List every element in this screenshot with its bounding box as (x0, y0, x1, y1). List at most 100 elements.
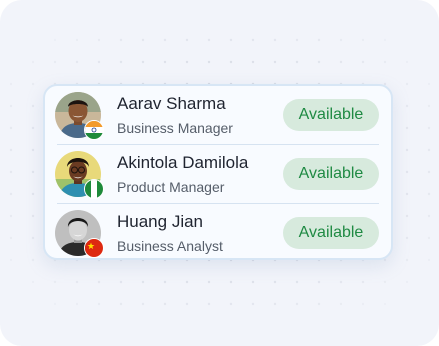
member-info: Huang Jian Business Analyst (117, 212, 223, 254)
background-dot (405, 258, 409, 262)
background-dot (251, 280, 255, 284)
background-dot (383, 258, 387, 262)
background-dot (75, 302, 79, 306)
background-dot (427, 214, 431, 218)
background-dot (339, 60, 343, 64)
background-dot (251, 302, 255, 306)
background-dot (31, 104, 35, 108)
background-dot (273, 60, 277, 64)
background-dot (163, 60, 167, 64)
background-dot (317, 60, 321, 64)
background-dot (9, 192, 13, 196)
background-dot (97, 302, 101, 306)
status-badge-available[interactable]: Available (283, 99, 379, 131)
background-dot (207, 60, 211, 64)
background-dot (163, 38, 167, 42)
background-dot (97, 60, 101, 64)
background-dot (427, 148, 431, 152)
background-dot (229, 302, 233, 306)
background-dot (31, 192, 35, 196)
background-dot (141, 60, 145, 64)
background-dot (427, 236, 431, 240)
background-dot (295, 280, 299, 284)
member-name: Akintola Damilola (117, 153, 249, 172)
background-dot (75, 280, 79, 284)
background-dot (9, 104, 13, 108)
background-dot (427, 82, 431, 86)
background-dot (9, 258, 13, 262)
background-dot (141, 280, 145, 284)
background-dot (383, 60, 387, 64)
background-dot (251, 60, 255, 64)
member-role: Product Manager (117, 179, 225, 195)
background-dot (361, 38, 365, 42)
background-dot (163, 280, 167, 284)
background-dot (9, 214, 13, 218)
nigeria-flag-icon (84, 179, 104, 199)
background-dot (229, 60, 233, 64)
background-dot (317, 280, 321, 284)
background-dot (405, 104, 409, 108)
background-dot (405, 82, 409, 86)
background-dot (119, 38, 123, 42)
background-dot (31, 148, 35, 152)
background-dot (207, 280, 211, 284)
background-dot (185, 280, 189, 284)
background-dot (405, 60, 409, 64)
background-dot (53, 280, 57, 284)
background-dot (427, 170, 431, 174)
member-info: Aarav Sharma Business Manager (117, 94, 233, 136)
avatar (55, 210, 104, 258)
background-dot (405, 236, 409, 240)
background-dot (361, 280, 365, 284)
background-dot (9, 236, 13, 240)
background-dot (427, 104, 431, 108)
background-dot (405, 214, 409, 218)
avatar (55, 151, 104, 199)
member-role: Business Analyst (117, 238, 223, 254)
background-dot (141, 302, 145, 306)
member-name: Huang Jian (117, 212, 204, 231)
background-dot (295, 38, 299, 42)
background-dot (163, 302, 167, 306)
background-dot (31, 126, 35, 130)
background-dot (119, 302, 123, 306)
background-dot (97, 280, 101, 284)
background-dot (383, 280, 387, 284)
background-dot (427, 192, 431, 196)
background-dot (405, 126, 409, 130)
background-dot (229, 280, 233, 284)
background-dot (185, 60, 189, 64)
background-dot (185, 38, 189, 42)
status-badge-available[interactable]: Available (283, 217, 379, 249)
background-dot (31, 170, 35, 174)
canvas-background: Aarav Sharma Business Manager Available (0, 0, 439, 346)
background-dot (405, 170, 409, 174)
background-dot (207, 38, 211, 42)
background-dot (119, 280, 123, 284)
background-dot (229, 38, 233, 42)
background-dot (9, 82, 13, 86)
avatar (55, 92, 104, 140)
china-flag-icon (84, 238, 104, 258)
background-dot (119, 60, 123, 64)
list-item[interactable]: Huang Jian Business Analyst Available (55, 203, 379, 262)
status-badge-available[interactable]: Available (283, 158, 379, 190)
background-dot (75, 38, 79, 42)
member-name: Aarav Sharma (117, 94, 226, 113)
background-dot (31, 214, 35, 218)
background-dot (339, 38, 343, 42)
background-dot (53, 38, 57, 42)
background-dot (339, 280, 343, 284)
list-item[interactable]: Aarav Sharma Business Manager Available (55, 86, 379, 144)
background-dot (185, 302, 189, 306)
background-dot (383, 38, 387, 42)
background-dot (361, 302, 365, 306)
list-item[interactable]: Akintola Damilola Product Manager Availa… (55, 144, 379, 203)
background-dot (31, 258, 35, 262)
india-flag-icon (84, 120, 104, 140)
background-dot (405, 280, 409, 284)
background-dot (53, 60, 57, 64)
background-dot (295, 60, 299, 64)
background-dot (273, 302, 277, 306)
